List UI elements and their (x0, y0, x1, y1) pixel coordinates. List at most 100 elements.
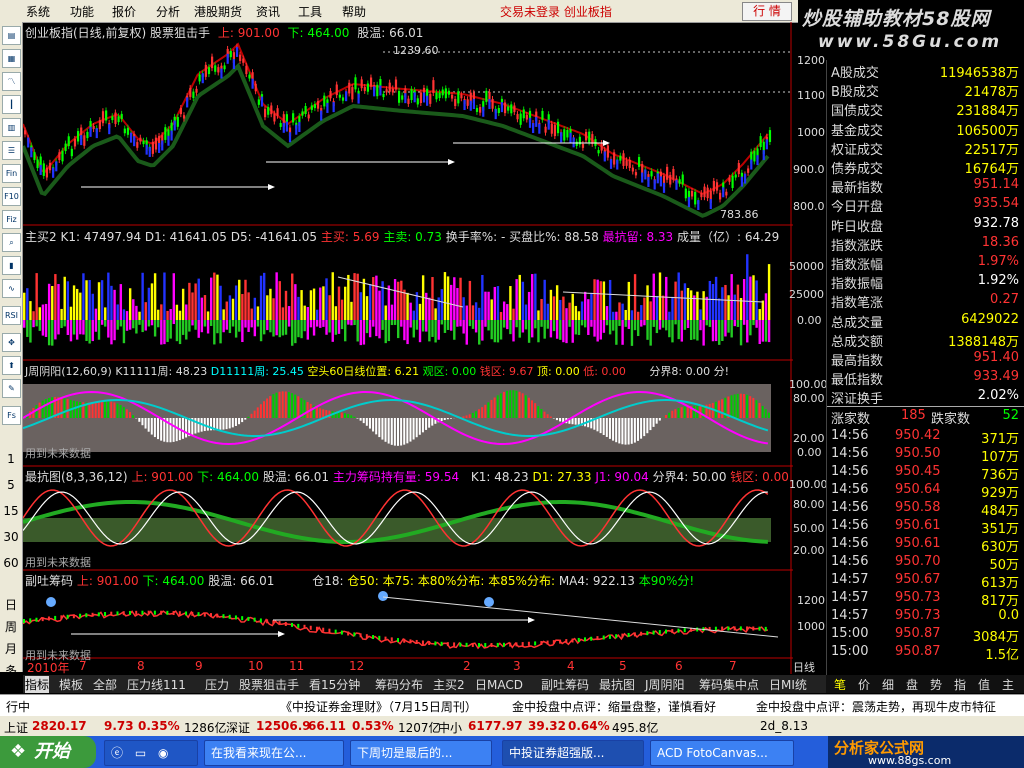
volume-bar (742, 320, 746, 325)
menu-analysis[interactable]: 分析 (156, 3, 180, 20)
quote-button[interactable]: 行 情 (742, 2, 792, 21)
toolbar-news-icon[interactable]: ☰ (2, 141, 21, 160)
panel2-header: 主买2 K1: 47497.94 D1: 41641.05 D5: -41641… (25, 228, 779, 245)
quote-tab[interactable]: 细 (882, 676, 894, 693)
period-60[interactable]: 60 (0, 556, 22, 570)
indicator-tab[interactable]: 全部 (93, 676, 117, 693)
start-button[interactable]: ❖ 开始 (0, 736, 96, 768)
period-15[interactable]: 15 (0, 504, 22, 518)
indicator-tab[interactable]: 主买2 (433, 676, 465, 693)
folder-icon[interactable]: ▭ (135, 746, 146, 760)
candle (513, 105, 516, 113)
indicator-tab[interactable]: 压力 (205, 676, 229, 693)
indicator-tab[interactable]: 筹码集中点 (699, 676, 759, 693)
volume-bar (474, 302, 478, 320)
volume-bar (440, 320, 444, 325)
menu-function[interactable]: 功能 (70, 3, 94, 20)
menu-news[interactable]: 资讯 (256, 3, 280, 20)
toolbar-move-icon[interactable]: ✥ (2, 333, 21, 352)
tick-time: 14:56 (831, 482, 869, 497)
period-month[interactable]: 月 (0, 640, 22, 657)
quote-tab[interactable]: 势 (930, 676, 942, 693)
quote-tab[interactable]: 价 (858, 676, 870, 693)
toolbar-table-icon[interactable]: ▥ (2, 118, 21, 137)
toolbar-chart-icon[interactable]: ∿ (2, 279, 21, 298)
tick-row: 14:56 950.61 630万 (831, 536, 1021, 555)
toolbar-fiz-icon[interactable]: Fiz (2, 210, 21, 229)
menu-system[interactable]: 系统 (26, 3, 50, 20)
histogram-bar (521, 393, 524, 418)
quote-tab[interactable]: 指 (954, 676, 966, 693)
indicator-tab[interactable]: J周阴阳 (645, 676, 685, 693)
toolbar-line-icon[interactable]: 〽 (2, 72, 21, 91)
toolbar-fin-icon[interactable]: Fin (2, 164, 21, 183)
ie-icon[interactable]: ⓔ (111, 746, 123, 760)
trend-fill (282, 122, 285, 133)
period-day[interactable]: 日 (0, 596, 22, 613)
quote-tab[interactable]: 值 (978, 676, 990, 693)
toolbar-candle-icon[interactable]: ┃ (2, 95, 21, 114)
period-30[interactable]: 30 (0, 530, 22, 544)
task-item[interactable]: ACD FotoCanvas... (650, 740, 794, 766)
histogram-bar (368, 418, 371, 429)
chip-mark (29, 618, 32, 623)
quote-tab[interactable]: 主 (1002, 676, 1014, 693)
indicator-tab[interactable]: 日MACD (475, 676, 523, 693)
menu-quote[interactable]: 报价 (112, 3, 136, 20)
task-item[interactable]: 下周切是最后的... (350, 740, 492, 766)
down-count-label: 跌家数 (931, 412, 971, 427)
period-5[interactable]: 5 (0, 478, 22, 492)
indicator-tab[interactable]: 股票狙击手 (239, 676, 299, 693)
menu-help[interactable]: 帮助 (342, 3, 366, 20)
media-icon[interactable]: ◉ (158, 746, 168, 760)
zx-label[interactable]: 中小 (438, 719, 462, 736)
volume-bar (580, 301, 584, 320)
indicator-tab[interactable]: 模板 (59, 676, 83, 693)
news-item[interactable]: 金中投盘中点评：震荡走势，再现牛皮市特征 (756, 698, 996, 715)
histogram-bar (755, 400, 758, 418)
histogram-bar (718, 400, 721, 418)
volume-bar (630, 320, 634, 346)
menu-hk-futures[interactable]: 港股期货 (194, 3, 242, 20)
indicator-tab[interactable]: 看15分钟 (309, 676, 360, 693)
news-item[interactable]: 行中 (6, 698, 30, 715)
trend-fill (52, 167, 55, 178)
sh-label[interactable]: 上证 (4, 719, 28, 736)
indicator-tab[interactable]: 指标 (25, 676, 50, 693)
toolbar-list-icon[interactable]: ▤ (2, 26, 21, 45)
task-item[interactable]: 在我看来现在公... (204, 740, 344, 766)
volume-bar (490, 299, 493, 320)
indicator-tab[interactable]: 副吐筹码 (541, 676, 589, 693)
indicator-tab[interactable]: 压力线111 (127, 676, 186, 693)
toolbar-f10-icon[interactable]: F10 (2, 187, 21, 206)
indicator-tab[interactable]: 筹码分布 (375, 676, 423, 693)
toolbar-bar-icon[interactable]: ▮ (2, 256, 21, 275)
histogram-bar (658, 418, 661, 421)
panel4-j: J1: 90.04 (595, 470, 649, 484)
indicator-tab[interactable]: 日MI统 (769, 676, 807, 693)
quick-launch[interactable]: ⓔ ▭ ◉ (104, 740, 198, 766)
toolbar-grid-icon[interactable]: ▦ (2, 49, 21, 68)
indicator-tab[interactable]: 最抗图 (599, 676, 635, 693)
candle (435, 92, 438, 100)
candle (388, 82, 391, 92)
quote-tab[interactable]: 笔 (834, 676, 846, 693)
period-multi[interactable]: 多 (0, 662, 22, 679)
toolbar-pen-icon[interactable]: ✎ (2, 379, 21, 398)
chart-area[interactable]: 创业板指(日线,前复权) 股票狙击手 上: 901.00 下: 464.00 股… (23, 22, 793, 675)
toolbar-fs-icon[interactable]: Fs (2, 406, 21, 425)
menu-tools[interactable]: 工具 (298, 3, 322, 20)
toolbar-grow-icon[interactable]: ⬆ (2, 356, 21, 375)
period-1[interactable]: 1 (0, 452, 22, 466)
volume-bar (79, 320, 82, 335)
period-week[interactable]: 周 (0, 618, 22, 635)
quote-tab[interactable]: 盘 (906, 676, 918, 693)
toolbar-rsi-icon[interactable]: RSI (2, 306, 21, 325)
task-item-active[interactable]: 中投证券超强版... (502, 740, 644, 766)
volume-bar (471, 320, 475, 329)
trend-fill (108, 124, 111, 135)
sz-label[interactable]: 深证 (226, 719, 250, 736)
toolbar-zoom-icon[interactable]: ⌕ (2, 233, 21, 252)
news-item[interactable]: 《中投证券金理财》（7月15日周刊） (280, 698, 477, 715)
news-item[interactable]: 金中投盘中点评：缩量盘整，谨慎看好 (512, 698, 716, 715)
